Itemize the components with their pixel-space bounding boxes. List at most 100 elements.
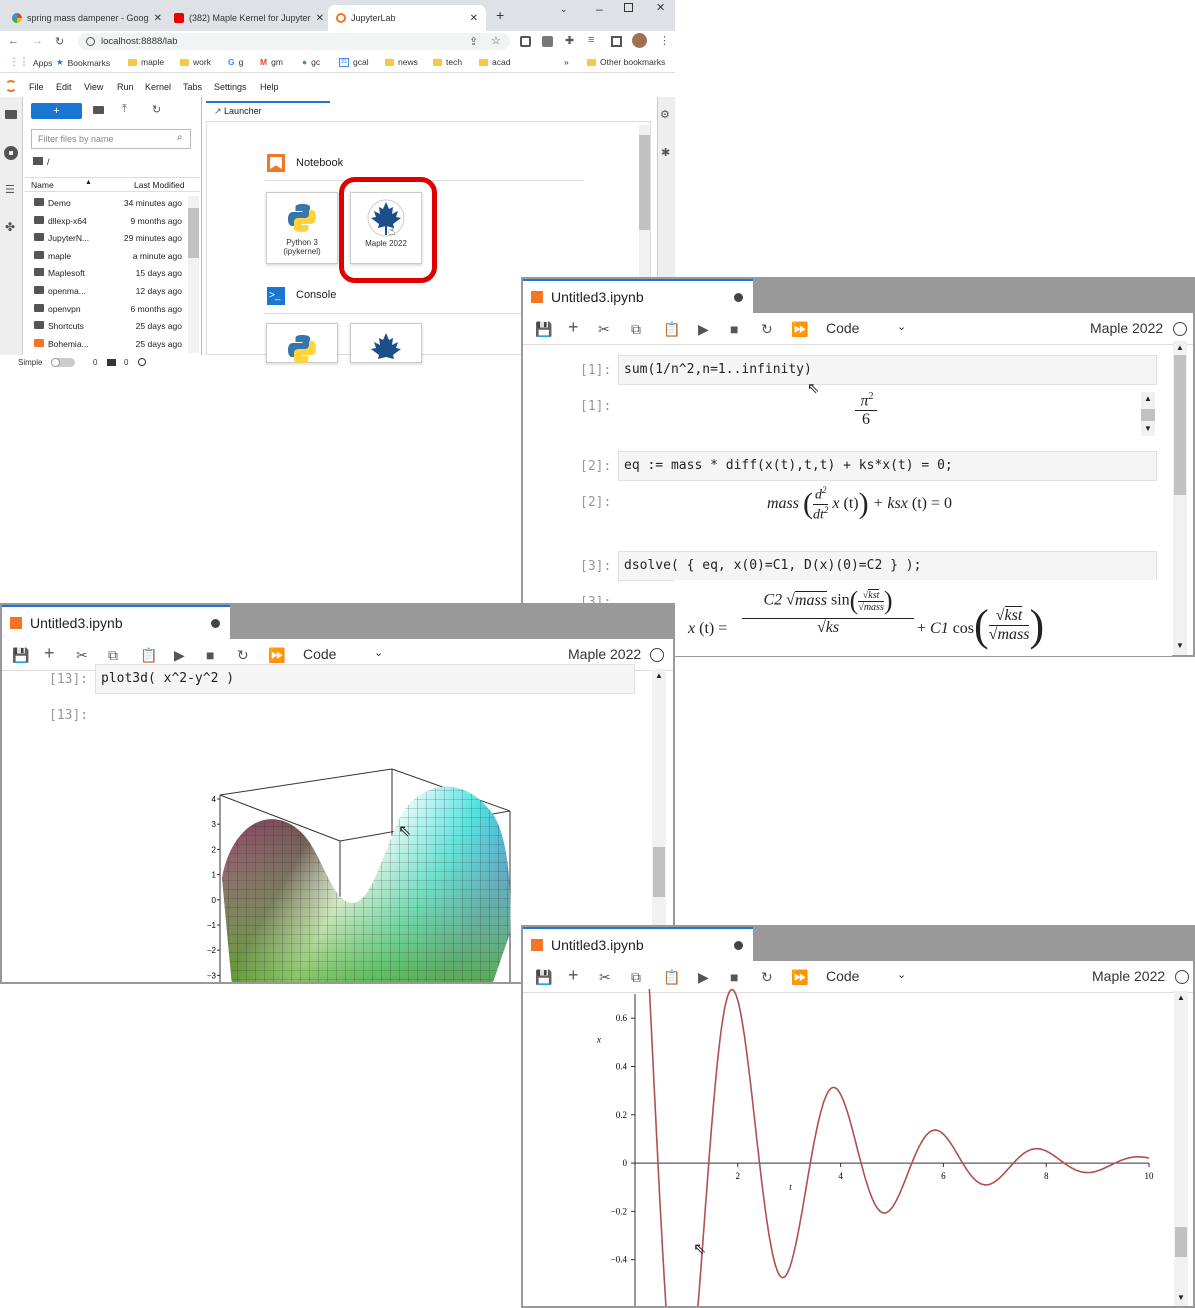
new-launcher-button[interactable]: +	[31, 103, 82, 119]
file-row[interactable]: Demo 34 minutes ago	[29, 194, 199, 211]
menu-help[interactable]: Help	[260, 82, 279, 92]
debugger-icon[interactable]: ✱	[661, 146, 670, 159]
code-cell[interactable]: dsolve( { eq, x(0)=C1, D(x)(0)=C2 } );	[618, 551, 1157, 581]
insert-cell-icon[interactable]: +	[568, 965, 584, 985]
bookmark-gc[interactable]: ● gc	[302, 57, 320, 67]
tab-notebook[interactable]: Untitled3.ipynb	[523, 927, 753, 961]
reload-icon[interactable]: ↻	[55, 35, 64, 48]
cell-type-select[interactable]: Code	[826, 968, 859, 984]
run-all-icon[interactable]: ⏩	[268, 647, 285, 663]
bookmark-acad[interactable]: acad	[479, 57, 510, 67]
simple-mode-toggle[interactable]	[51, 358, 75, 367]
new-tab-button[interactable]: +	[496, 7, 504, 23]
run-icon[interactable]: ▶	[174, 647, 190, 663]
run-all-icon[interactable]: ⏩	[791, 969, 808, 985]
property-inspector-icon[interactable]: ⚙	[660, 108, 670, 121]
browser-tab-youtube[interactable]: (382) Maple Kernel for Jupyter ✕	[166, 5, 328, 31]
insert-cell-icon[interactable]: +	[44, 643, 60, 663]
paste-icon[interactable]: 📋	[663, 969, 680, 985]
stop-icon[interactable]: ■	[730, 321, 746, 337]
code-cell[interactable]: sum(1/n^2,n=1..infinity)	[618, 355, 1157, 385]
kernel-name[interactable]: Maple 2022	[1090, 320, 1163, 336]
save-icon[interactable]: 💾	[535, 321, 552, 337]
notebook-scrollbar[interactable]: ▲ ▼	[1174, 991, 1188, 1306]
menu-settings[interactable]: Settings	[214, 82, 247, 92]
paste-icon[interactable]: 📋	[140, 647, 157, 663]
code-cell[interactable]: plot3d( x^2-y^2 )	[95, 664, 635, 694]
extension-g-icon[interactable]	[542, 36, 553, 47]
close-icon[interactable]: ✕	[154, 13, 162, 24]
kernel-card-python[interactable]: Python 3 (ipykernel)	[266, 192, 338, 264]
forward-icon[interactable]: →	[32, 35, 43, 47]
save-icon[interactable]: 💾	[12, 647, 29, 663]
run-icon[interactable]: ▶	[698, 969, 714, 985]
file-row[interactable]: dllexp-x64 9 months ago	[29, 212, 199, 229]
menu-file[interactable]: File	[29, 82, 44, 92]
chevron-down-icon[interactable]: ⌄	[897, 968, 906, 981]
file-row[interactable]: JupyterN... 29 minutes ago	[29, 229, 199, 246]
bookmarks-overflow[interactable]: »	[564, 57, 569, 67]
column-last-modified[interactable]: Last Modified	[134, 180, 185, 190]
notebook-scrollbar[interactable]: ▲ ▼	[1173, 341, 1187, 655]
kebab-menu-icon[interactable]: ⋮	[659, 34, 670, 47]
breadcrumb[interactable]: /	[47, 157, 50, 167]
console-card-maple[interactable]	[350, 323, 422, 363]
close-icon[interactable]: ✕	[470, 13, 478, 24]
code-cell[interactable]: eq := mass * diff(x(t),t,t) + ks*x(t) = …	[618, 451, 1157, 481]
chevron-down-icon[interactable]: ⌄	[374, 646, 383, 659]
file-row[interactable]: openvpn 6 months ago	[29, 300, 199, 317]
browser-tab-google[interactable]: spring mass dampener - Goog ✕	[4, 5, 166, 31]
insert-cell-icon[interactable]: +	[568, 317, 584, 337]
bookmark-work[interactable]: work	[180, 57, 211, 67]
puzzle-icon[interactable]: ✚	[565, 34, 574, 47]
maximize-button[interactable]	[624, 3, 633, 12]
address-bar[interactable]: localhost:8888/lab	[78, 33, 510, 50]
paste-icon[interactable]: 📋	[663, 321, 680, 337]
bookmark-news[interactable]: news	[385, 57, 418, 67]
copy-icon[interactable]: ⧉	[631, 969, 647, 985]
bookmark-gcal[interactable]: 31 gcal	[339, 57, 369, 67]
cut-icon[interactable]: ✂	[599, 969, 615, 985]
file-row[interactable]: Maplesoft 15 days ago	[29, 264, 199, 281]
output-scrollbar[interactable]: ▲ ▼	[1141, 392, 1155, 436]
restart-icon[interactable]: ↻	[237, 647, 253, 663]
file-row[interactable]: Bohemia... 25 days ago	[29, 335, 199, 352]
tab-notebook[interactable]: Untitled3.ipynb	[523, 279, 753, 313]
unsaved-dot-icon[interactable]	[734, 940, 743, 950]
bookmark-g[interactable]: Gg	[228, 57, 243, 67]
menu-edit[interactable]: Edit	[56, 82, 72, 92]
cell-type-select[interactable]: Code	[303, 646, 336, 662]
avatar[interactable]	[632, 33, 647, 48]
browser-tab-jupyterlab[interactable]: JupyterLab ✕	[328, 5, 486, 31]
close-icon[interactable]: ✕	[316, 13, 324, 24]
bookmark-maple[interactable]: maple	[128, 57, 164, 67]
kernel-name[interactable]: Maple 2022	[1092, 968, 1165, 984]
share-icon[interactable]: ⇪	[469, 35, 478, 48]
menu-view[interactable]: View	[84, 82, 103, 92]
folder-icon[interactable]	[33, 157, 43, 165]
copy-icon[interactable]: ⧉	[108, 647, 124, 663]
unsaved-dot-icon[interactable]	[734, 292, 743, 302]
minimize-button[interactable]: –	[596, 2, 603, 16]
extension-icon[interactable]	[520, 36, 531, 47]
column-name[interactable]: Name	[31, 180, 54, 190]
sidepanel-icon[interactable]	[611, 36, 622, 47]
running-icon[interactable]	[4, 146, 18, 160]
file-row[interactable]: maple a minute ago	[29, 247, 199, 264]
restart-icon[interactable]: ↻	[761, 969, 777, 985]
toc-icon[interactable]: ☰	[5, 183, 15, 196]
refresh-icon[interactable]: ↻	[152, 103, 161, 116]
stop-icon[interactable]: ■	[206, 647, 222, 663]
back-icon[interactable]: ←	[8, 35, 19, 47]
menu-kernel[interactable]: Kernel	[145, 82, 171, 92]
menu-tabs[interactable]: Tabs	[183, 82, 202, 92]
stop-icon[interactable]: ■	[730, 969, 746, 985]
copy-icon[interactable]: ⧉	[631, 321, 647, 337]
run-all-icon[interactable]: ⏩	[791, 321, 808, 337]
extension-icon[interactable]: ✤	[5, 220, 15, 234]
bookmark-gm[interactable]: Mgm	[260, 57, 283, 67]
media-icon[interactable]: ≡	[588, 34, 594, 46]
bookmark-other[interactable]: Other bookmarks	[587, 57, 665, 67]
close-window-button[interactable]: ✕	[656, 1, 665, 14]
tab-launcher[interactable]: ↗ Launcher	[206, 101, 330, 120]
